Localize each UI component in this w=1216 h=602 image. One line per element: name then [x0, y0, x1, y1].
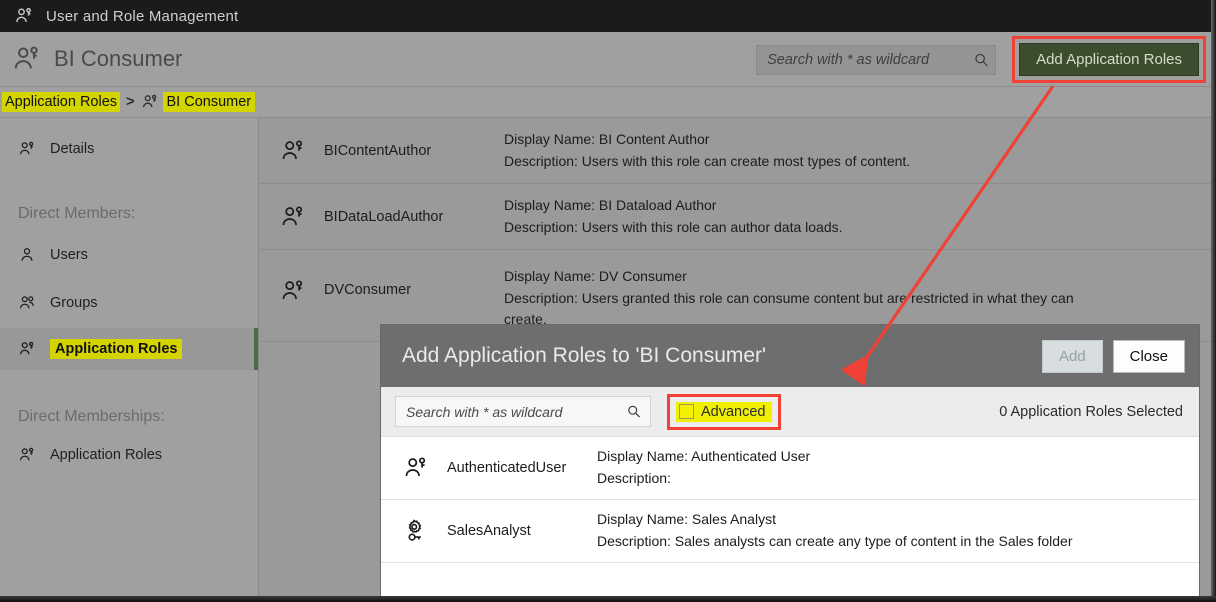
role-details: Display Name: Sales Analyst Description:… [597, 509, 1073, 552]
list-item[interactable]: SalesAnalyst Display Name: Sales Analyst… [381, 500, 1199, 563]
window-frame-bottom [0, 596, 1216, 602]
add-application-roles-button[interactable]: Add Application Roles [1019, 43, 1199, 76]
sidebar-item-groups[interactable]: Groups [0, 284, 258, 322]
search-input[interactable]: Search with * as wildcard [756, 44, 997, 75]
breadcrumb-item-application-roles[interactable]: Application Roles [2, 92, 121, 112]
sidebar-item-label: Details [50, 141, 95, 157]
advanced-checkbox[interactable] [679, 404, 694, 419]
list-item[interactable]: AuthenticatedUser Display Name: Authenti… [381, 437, 1199, 500]
dialog-title: Add Application Roles to 'BI Consumer' [402, 344, 767, 367]
search-placeholder: Search with * as wildcard [767, 51, 930, 68]
dialog-toolbar: Search with * as wildcard Advanced 0 App… [381, 387, 1199, 437]
user-role-icon [18, 140, 36, 158]
sidebar-item-label: Application Roles [50, 447, 163, 463]
advanced-checkbox-group[interactable]: Advanced [676, 401, 772, 422]
table-row[interactable]: BIContentAuthor Display Name: BI Content… [260, 118, 1216, 184]
user-icon [18, 246, 36, 264]
selected-count-status: 0 Application Roles Selected [999, 403, 1183, 420]
page-header: BI Consumer Search with * as wildcard Ad… [0, 32, 1216, 87]
dialog-add-button[interactable]: Add [1041, 339, 1103, 373]
breadcrumb-separator: > [126, 94, 135, 110]
sidebar-item-label: Users [50, 247, 88, 263]
table-row[interactable]: BIDataLoadAuthor Display Name: BI Datalo… [260, 184, 1216, 250]
user-role-icon [12, 44, 42, 74]
role-details: Display Name: BI Dataload Author Descrip… [504, 195, 843, 238]
role-name: SalesAnalyst [447, 523, 531, 539]
sidebar: Details Direct Members: Users Groups App… [0, 118, 259, 602]
role-name: BIDataLoadAuthor [324, 208, 444, 225]
user-role-icon [14, 6, 34, 26]
role-display-name: Display Name: Sales Analyst [597, 511, 776, 528]
sidebar-item-label: Groups [50, 295, 98, 311]
window-frame-right [1211, 0, 1216, 602]
dialog-search-placeholder: Search with * as wildcard [406, 403, 563, 420]
role-details: Display Name: BI Content Author Descript… [504, 129, 910, 172]
sidebar-group-direct-members: Direct Members: [18, 205, 136, 222]
user-role-icon [18, 340, 36, 358]
role-name: AuthenticatedUser [447, 460, 567, 476]
role-display-name: Display Name: BI Content Author [504, 130, 710, 147]
sidebar-item-label: Application Roles [50, 339, 183, 359]
sidebar-item-details[interactable]: Details [0, 130, 258, 168]
header-actions: Search with * as wildcard Add Applicatio… [756, 32, 1206, 87]
user-role-icon [18, 446, 36, 464]
role-name: DVConsumer [324, 282, 412, 298]
sidebar-item-users[interactable]: Users [0, 236, 258, 274]
add-application-roles-dialog: Add Application Roles to 'BI Consumer' A… [381, 325, 1199, 602]
user-role-icon [141, 93, 159, 111]
user-role-icon [280, 204, 306, 230]
dialog-results-list: AuthenticatedUser Display Name: Authenti… [381, 437, 1199, 563]
app-title-bar: User and Role Management [0, 0, 1216, 32]
role-description: Description: Users with this role can au… [504, 218, 843, 235]
app-title: User and Role Management [46, 7, 239, 25]
page-title: BI Consumer [54, 46, 183, 71]
sidebar-item-membership-application-roles[interactable]: Application Roles [0, 436, 258, 474]
user-role-icon [280, 138, 306, 164]
advanced-label: Advanced [701, 403, 766, 420]
sidebar-group-direct-memberships: Direct Memberships: [18, 408, 165, 425]
dialog-header: Add Application Roles to 'BI Consumer' A… [381, 325, 1199, 387]
gear-role-icon [403, 518, 429, 544]
role-display-name: Display Name: DV Consumer [504, 268, 687, 284]
advanced-checkbox-highlight: Advanced [667, 393, 781, 430]
role-description: Description: Sales analysts can create a… [597, 533, 1073, 549]
role-display-name: Display Name: BI Dataload Author [504, 196, 717, 213]
role-description: Description: Users with this role can cr… [504, 152, 911, 169]
breadcrumb-item-bi-consumer[interactable]: BI Consumer [162, 92, 256, 112]
role-description: Description: [597, 470, 671, 486]
search-icon[interactable] [974, 52, 989, 67]
role-name: BIContentAuthor [324, 142, 432, 159]
search-icon[interactable] [627, 404, 642, 419]
group-icon [18, 294, 36, 312]
user-role-icon [403, 455, 429, 481]
add-application-roles-highlight: Add Application Roles [1012, 36, 1206, 83]
role-display-name: Display Name: Authenticated User [597, 448, 811, 465]
dialog-close-button[interactable]: Close [1112, 339, 1185, 373]
role-details: Display Name: DV Consumer Description: U… [504, 266, 1104, 331]
sidebar-item-application-roles[interactable]: Application Roles [0, 328, 258, 370]
application-window: User and Role Management BI Consumer Sea… [0, 0, 1216, 602]
role-details: Display Name: Authenticated User Descrip… [597, 446, 810, 489]
user-role-icon [280, 278, 306, 304]
dialog-search-input[interactable]: Search with * as wildcard [395, 396, 651, 427]
breadcrumb: Application Roles > BI Consumer [0, 87, 1216, 118]
